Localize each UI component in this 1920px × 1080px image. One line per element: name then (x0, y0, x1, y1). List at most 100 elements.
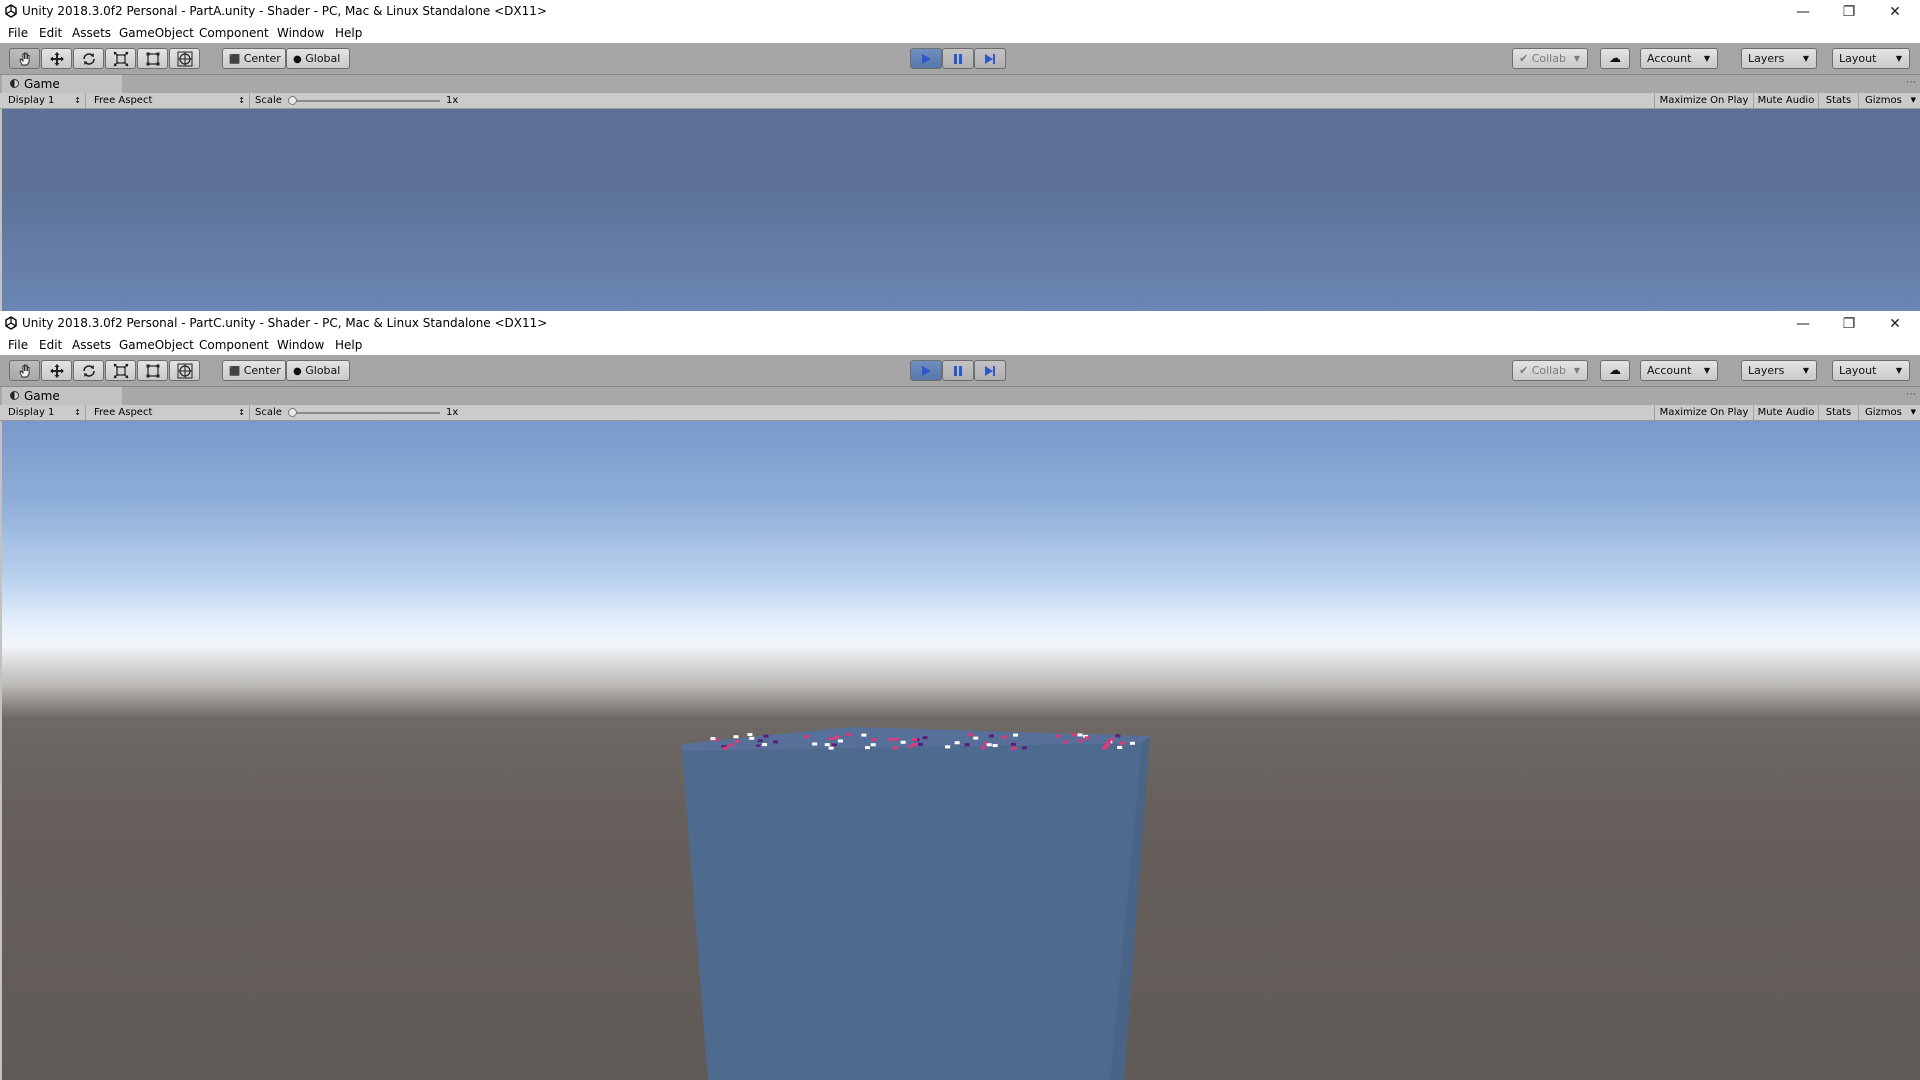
cloud-button[interactable]: ☁ (1600, 48, 1630, 69)
cube-pattern-pixel (964, 743, 970, 747)
aspect-dropdown[interactable]: Free Aspect ↕ (86, 93, 250, 108)
menu-file[interactable]: File (8, 337, 28, 353)
transform-tool-button[interactable] (169, 48, 200, 69)
menu-assets[interactable]: Assets (72, 337, 111, 353)
cloud-icon: ☁ (1609, 363, 1621, 377)
step-button[interactable] (974, 360, 1006, 381)
menu-component[interactable]: Component (199, 337, 269, 353)
hand-tool-button[interactable] (9, 48, 40, 69)
scale-slider-track[interactable] (290, 100, 440, 102)
pivot-global-toggle[interactable]: ● Global (286, 48, 350, 69)
title-bar[interactable]: Unity 2018.3.0f2 Personal - PartA.unity … (0, 0, 1920, 23)
cube-pattern-pixel (728, 743, 734, 747)
menu-edit[interactable]: Edit (39, 337, 62, 353)
cube-pattern-pixel (828, 746, 834, 750)
step-icon (985, 53, 995, 64)
account-dropdown[interactable]: Account ▼ (1640, 360, 1718, 381)
rect-tool-button[interactable] (137, 48, 168, 69)
menu-window[interactable]: Window (277, 25, 324, 41)
scale-slider-thumb[interactable] (288, 408, 297, 417)
gizmos-dropdown[interactable]: Gizmos ▼ (1858, 405, 1920, 420)
close-button[interactable]: ✕ (1872, 0, 1918, 23)
pivot-center-toggle[interactable]: ⬛ Center (222, 48, 286, 69)
collab-dropdown[interactable]: ✔ Collab ▼ (1512, 48, 1588, 69)
check-icon: ✔ (1519, 364, 1529, 377)
menu-window[interactable]: Window (277, 337, 324, 353)
pause-button[interactable] (942, 48, 974, 69)
rotate-tool-button[interactable] (73, 48, 104, 69)
close-button[interactable]: ✕ (1872, 312, 1918, 335)
game-viewport[interactable] (2, 421, 1920, 1080)
restore-icon: ❐ (1842, 3, 1856, 20)
pause-button[interactable] (942, 360, 974, 381)
stats-toggle[interactable]: Stats (1818, 93, 1858, 108)
scale-label: Scale (255, 95, 282, 106)
collab-dropdown[interactable]: ✔ Collab ▼ (1512, 360, 1588, 381)
stats-toggle[interactable]: Stats (1818, 405, 1858, 420)
play-button[interactable] (910, 48, 942, 69)
menu-edit[interactable]: Edit (39, 25, 62, 41)
cube-pattern-pixel (749, 736, 755, 740)
scale-slider-thumb[interactable] (288, 96, 297, 105)
account-dropdown[interactable]: Account ▼ (1640, 48, 1718, 69)
hand-icon (18, 364, 29, 377)
space-label: Global (305, 364, 341, 377)
aspect-label: Free Aspect (94, 95, 153, 106)
maximize-on-play-toggle[interactable]: Maximize On Play (1654, 405, 1753, 420)
minimize-button[interactable]: — (1780, 0, 1826, 23)
mute-audio-toggle[interactable]: Mute Audio (1753, 93, 1818, 108)
scale-tool-button[interactable] (105, 48, 136, 69)
step-button[interactable] (974, 48, 1006, 69)
layers-dropdown[interactable]: Layers ▼ (1741, 48, 1817, 69)
minimize-button[interactable]: — (1780, 312, 1826, 335)
scale-value: 1x (446, 407, 459, 418)
tab-game[interactable]: Game (2, 75, 122, 93)
play-button[interactable] (910, 360, 942, 381)
menu-help[interactable]: Help (335, 337, 362, 353)
tab-menu-icon[interactable]: ⋯ (1906, 389, 1916, 400)
game-viewport[interactable] (2, 109, 1920, 311)
scale-icon (113, 51, 128, 66)
display-dropdown[interactable]: Display 1 ↕ (0, 405, 86, 420)
rotate-tool-button[interactable] (73, 360, 104, 381)
maximize-on-play-label: Maximize On Play (1659, 407, 1749, 418)
layout-dropdown[interactable]: Layout ▼ (1832, 48, 1910, 69)
scale-tool-button[interactable] (105, 360, 136, 381)
menu-gameobject[interactable]: GameObject (119, 337, 194, 353)
menu-help[interactable]: Help (335, 25, 362, 41)
transform-tool-button[interactable] (169, 360, 200, 381)
restore-icon: ❐ (1842, 315, 1856, 332)
scale-slider-track[interactable] (290, 412, 440, 414)
pivot-center-toggle[interactable]: ⬛ Center (222, 360, 286, 381)
mute-audio-toggle[interactable]: Mute Audio (1753, 405, 1818, 420)
layout-dropdown[interactable]: Layout ▼ (1832, 360, 1910, 381)
gizmos-dropdown[interactable]: Gizmos ▼ (1858, 93, 1920, 108)
rect-tool-button[interactable] (137, 360, 168, 381)
move-tool-button[interactable] (41, 48, 72, 69)
title-bar[interactable]: Unity 2018.3.0f2 Personal - PartC.unity … (0, 312, 1920, 335)
maximize-on-play-toggle[interactable]: Maximize On Play (1654, 93, 1753, 108)
hand-tool-button[interactable] (9, 360, 40, 381)
cube-pattern-pixel (945, 745, 951, 749)
cloud-button[interactable]: ☁ (1600, 360, 1630, 381)
pivot-global-toggle[interactable]: ● Global (286, 360, 350, 381)
menu-gameobject[interactable]: GameObject (119, 25, 194, 41)
cube-pattern-pixel (1129, 741, 1135, 745)
aspect-dropdown[interactable]: Free Aspect ↕ (86, 405, 250, 420)
move-tool-button[interactable] (41, 360, 72, 381)
cube-pattern-pixel (1077, 739, 1083, 743)
menu-assets[interactable]: Assets (72, 25, 111, 41)
restore-button[interactable]: ❐ (1826, 0, 1872, 23)
cube-pattern-pixel (922, 736, 928, 740)
layers-dropdown[interactable]: Layers ▼ (1741, 360, 1817, 381)
restore-button[interactable]: ❐ (1826, 312, 1872, 335)
tab-menu-icon[interactable]: ⋯ (1906, 77, 1916, 88)
pivot-icon: ⬛ (229, 367, 241, 377)
menu-component[interactable]: Component (199, 25, 269, 41)
display-dropdown[interactable]: Display 1 ↕ (0, 93, 86, 108)
menu-file[interactable]: File (8, 25, 28, 41)
chevron-down-icon: ▼ (1910, 96, 1916, 104)
unity-logo-icon (5, 316, 17, 330)
cube-pattern-pixel (870, 743, 876, 747)
tab-game[interactable]: Game (2, 387, 122, 405)
